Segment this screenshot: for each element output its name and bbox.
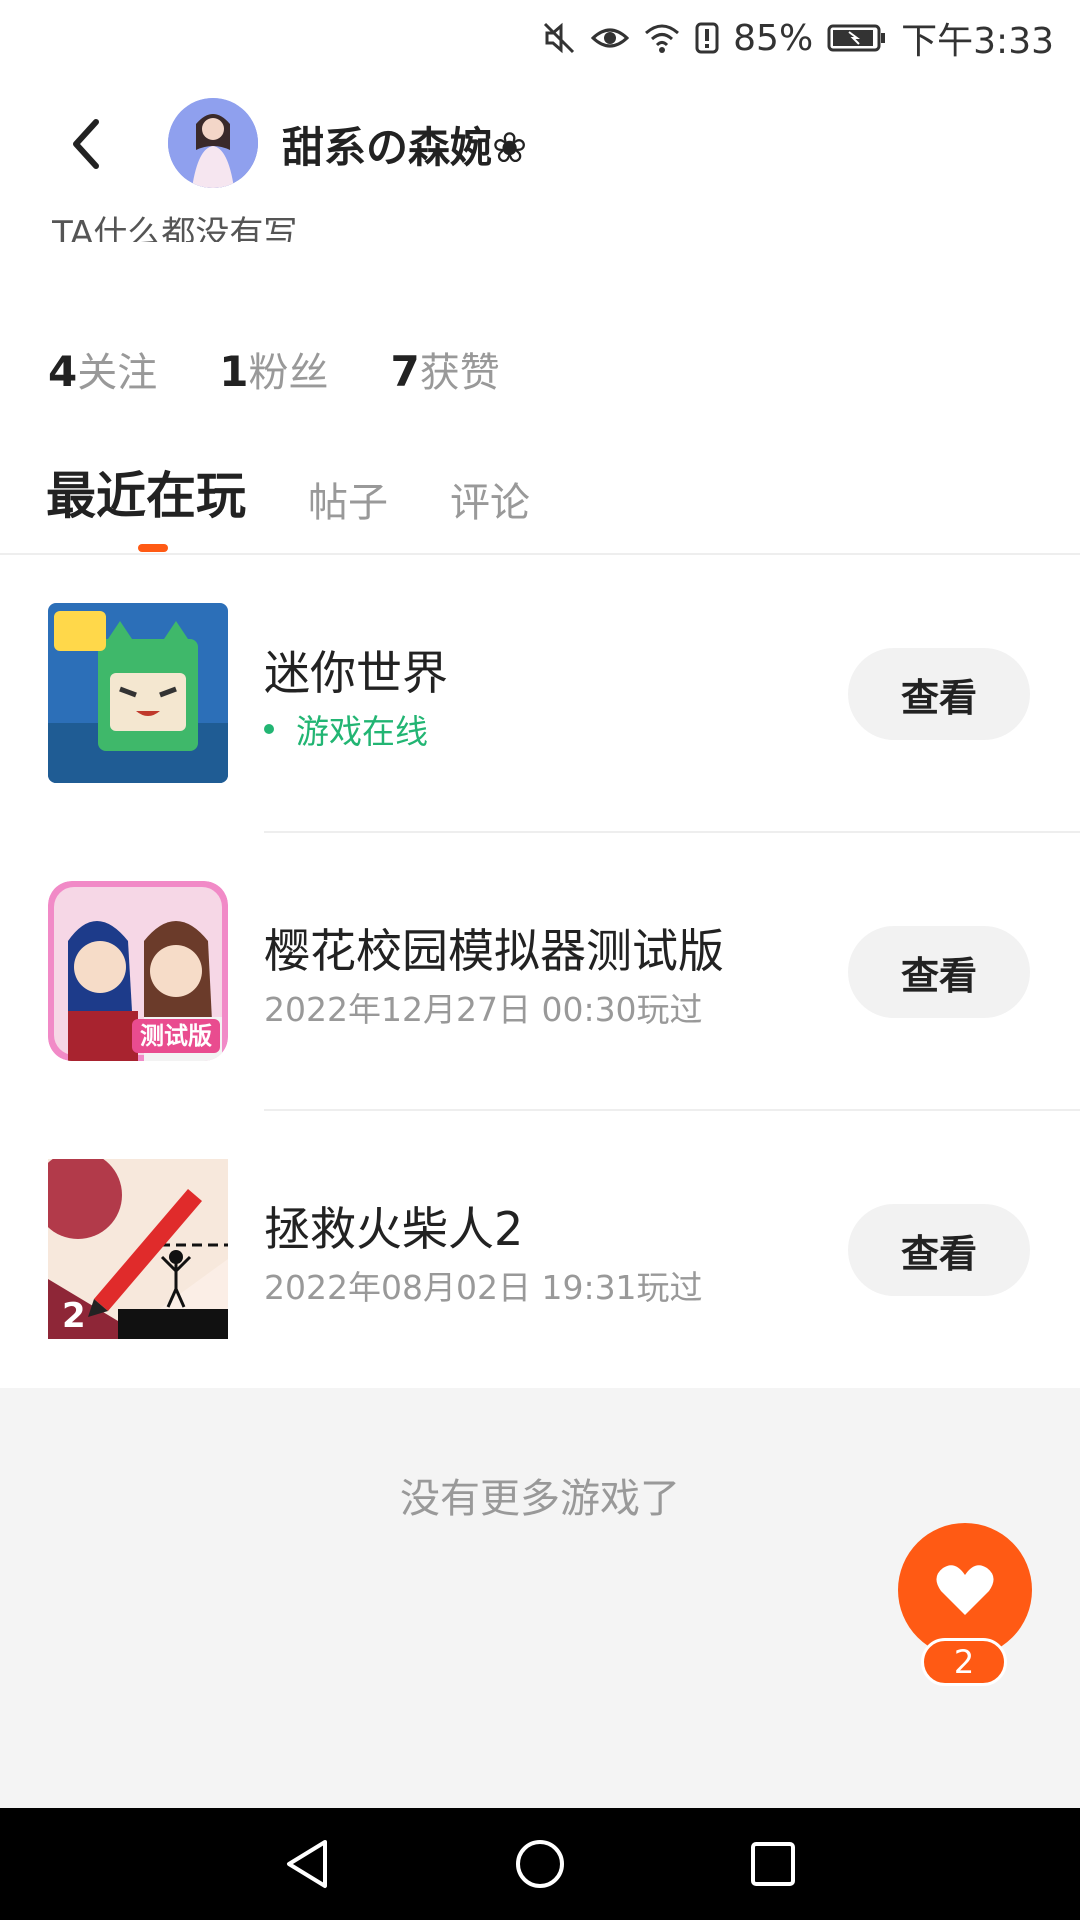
nav-recents-button[interactable]: [733, 1824, 813, 1904]
stat-number: 7: [390, 347, 420, 396]
svg-text:2: 2: [62, 1296, 86, 1336]
stat-label: 粉丝: [248, 350, 329, 396]
stat-following[interactable]: 4 关注: [48, 340, 157, 398]
stat-label: 关注: [77, 350, 158, 396]
game-list-item[interactable]: 迷你世界 游戏在线 查看: [0, 555, 1080, 833]
tab-posts[interactable]: 帖子: [308, 470, 388, 528]
status-bar: 85% 下午3:33: [0, 0, 1080, 76]
view-button[interactable]: 查看: [848, 926, 1030, 1018]
user-name: 甜系の森婉❀: [282, 123, 528, 172]
tab-comments[interactable]: 评论: [450, 470, 530, 528]
nav-back-icon: [286, 1840, 327, 1888]
game-icon-save-stickman: 2: [48, 1159, 228, 1339]
view-button[interactable]: 查看: [848, 1204, 1030, 1296]
alert-icon: [695, 20, 719, 56]
heart-icon: [936, 1565, 994, 1615]
battery-percent: 85%: [733, 17, 814, 59]
profile-tabs: 最近在玩 帖子 评论: [46, 456, 530, 528]
back-button[interactable]: [54, 112, 118, 176]
online-dot-icon: [264, 724, 274, 734]
game-icon-sakura-school: 测试版: [48, 881, 228, 1061]
wifi-icon: [643, 20, 681, 56]
last-played-time: 2022年08月02日 19:31玩过: [264, 1268, 703, 1307]
stat-number: 1: [219, 347, 249, 396]
nav-back-button[interactable]: [267, 1824, 347, 1904]
mute-icon: [541, 20, 577, 56]
like-count-badge: 2: [921, 1638, 1007, 1686]
nav-home-icon: [515, 1840, 564, 1888]
back-arrow-icon: [73, 119, 99, 169]
game-title: 拯救火柴人2: [264, 1202, 524, 1256]
eye-icon: [591, 20, 630, 56]
avatar[interactable]: [168, 98, 258, 188]
online-status-text: 游戏在线: [296, 712, 428, 751]
game-online-status: 游戏在线: [264, 705, 428, 753]
screen: 85% 下午3:33 甜系の森婉❀ TA什么都没有写 4 关注 1 粉丝 7 获…: [0, 0, 1080, 1920]
profile-header: 甜系の森婉❀: [0, 92, 1080, 196]
nav-home-button[interactable]: [500, 1824, 580, 1904]
user-bio: TA什么都没有写: [52, 214, 298, 242]
stat-number: 4: [48, 347, 78, 396]
like-fab-button[interactable]: [898, 1523, 1032, 1657]
battery-icon: [827, 22, 887, 54]
game-icon-mini-world: [48, 603, 228, 783]
profile-stats: 4 关注 1 粉丝 7 获赞: [48, 340, 500, 398]
system-nav-bar: [0, 1808, 1080, 1920]
stat-label: 获赞: [419, 350, 500, 396]
game-list-item[interactable]: 测试版 樱花校园模拟器测试版 2022年12月27日 00:30玩过 查看: [0, 833, 1080, 1111]
active-tab-indicator: [138, 544, 168, 552]
clock: 下午3:33: [901, 21, 1054, 62]
last-played-time: 2022年12月27日 00:30玩过: [264, 990, 703, 1029]
no-more-games-text: 没有更多游戏了: [400, 1476, 680, 1522]
tab-recent-played[interactable]: 最近在玩: [46, 456, 246, 528]
nav-recents-icon: [751, 1842, 796, 1886]
stat-likes[interactable]: 7 获赞: [390, 340, 499, 398]
stat-followers[interactable]: 1 粉丝: [219, 340, 328, 398]
view-button[interactable]: 查看: [848, 648, 1030, 740]
svg-text:测试版: 测试版: [140, 1022, 212, 1050]
game-title: 樱花校园模拟器测试版: [264, 924, 724, 978]
game-title: 迷你世界: [264, 646, 448, 700]
game-list-item[interactable]: 2 拯救火柴人2 2022年08月02日 19:31玩过 查看: [0, 1111, 1080, 1389]
